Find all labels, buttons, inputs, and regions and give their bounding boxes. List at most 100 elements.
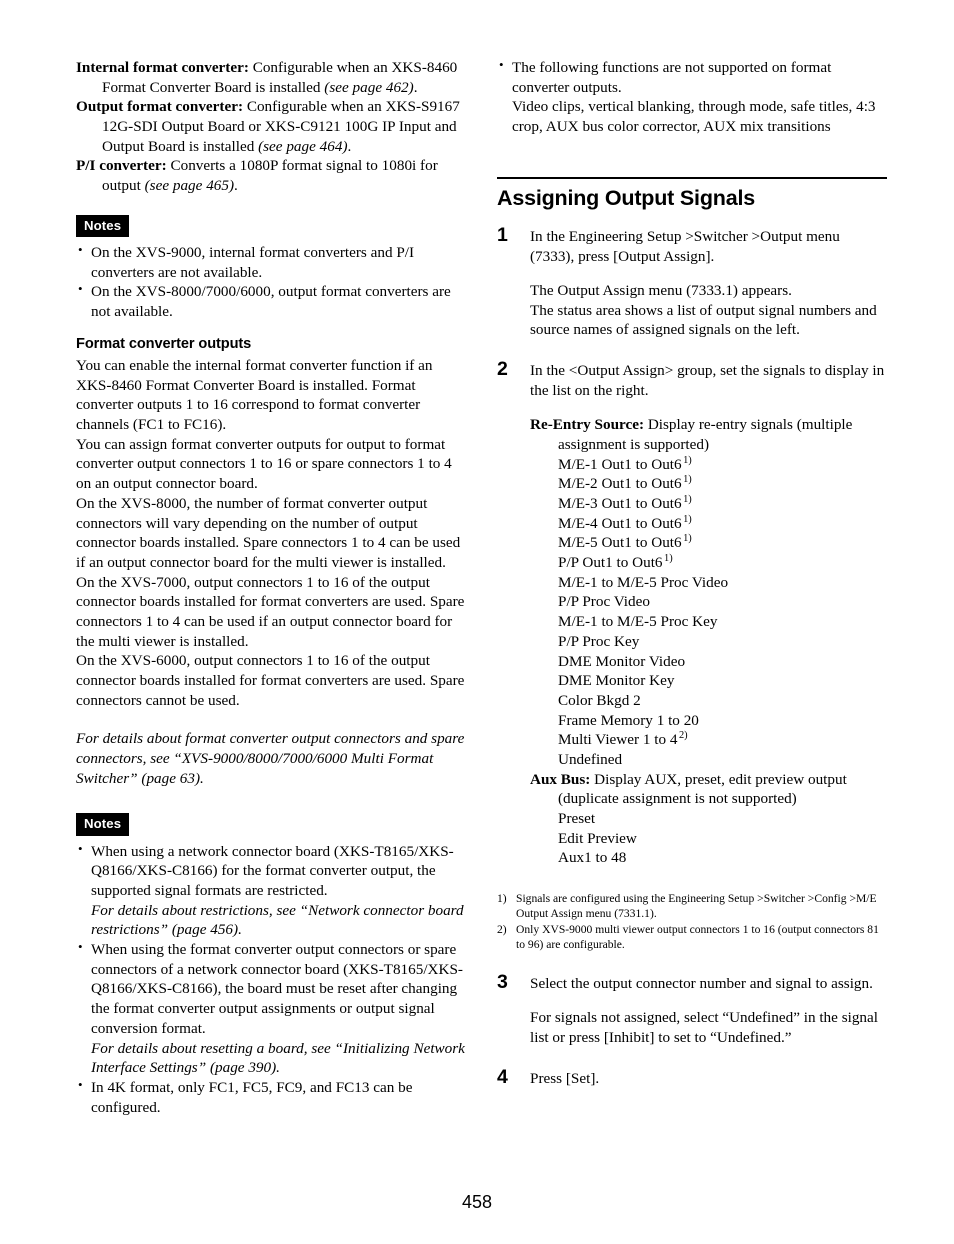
notes-badge-1: Notes [76,214,130,238]
footnote-marker: 1) [497,892,507,906]
option-label: Aux1 to 48 [558,849,627,867]
option-label: M/E-4 Out1 to Out6 [558,514,682,532]
step-number: 3 [497,971,508,994]
list-item-detail: Video clips, vertical blanking, through … [512,98,876,136]
option-label: DME Monitor Video [558,652,686,670]
option-item: M/E-1 Out1 to Out6 1) [530,455,887,475]
option-item: M/E-3 Out1 to Out6 1) [530,494,887,514]
footnote-text: Signals are configured using the Enginee… [516,892,877,921]
paragraph-5: On the XVS-6000, output connectors 1 to … [76,652,465,709]
step-3: 3 Select the output connector number and… [497,971,887,1047]
step-text: In the Engineering Setup >Switcher >Outp… [530,228,840,266]
list-item: On the XVS-8000/7000/6000, output format… [76,281,466,321]
aux-bus-term: Aux Bus: [530,770,591,788]
option-item: P/P Proc Key [530,632,887,652]
subheading-format-converter-outputs: Format converter outputs [76,335,252,352]
left-column: Internal format converter: Configurable … [76,58,466,1117]
option-item: DME Monitor Key [530,671,887,691]
option-item: M/E-1 to M/E-5 Proc Video [530,573,887,593]
option-item: DME Monitor Video [530,652,887,672]
reentry-source-term: Re-Entry Source: [530,416,645,434]
step-number: 1 [497,224,508,247]
option-label: P/P Proc Video [558,593,650,611]
option-label: Preset [558,810,596,828]
step-text: Select the output connector number and s… [530,975,873,993]
list-item: When using a network connector board (XK… [76,841,466,940]
step-1: 1 In the Engineering Setup >Switcher >Ou… [497,224,887,339]
option-item: Preset [530,809,887,829]
list-item: The following functions are not supporte… [497,57,887,137]
footnote-marker: 1) [664,553,673,565]
step-number: 4 [497,1066,508,1089]
option-label: M/E-1 to M/E-5 Proc Key [558,613,718,631]
option-item: Frame Memory 1 to 20 [530,711,887,731]
option-item: Multi Viewer 1 to 4 2) [530,730,887,750]
definition-internal-format-converter: Internal format converter: Configurable … [76,58,466,97]
definition-pi-converter: P/I converter: Converts a 1080P format s… [76,156,466,195]
option-label: Undefined [558,750,623,768]
paragraph-3: On the XVS-8000, the number of format co… [76,494,461,571]
option-item: M/E-4 Out1 to Out6 1) [530,514,887,534]
footnote-marker: 2) [497,922,507,936]
list-item-reference: For details about restrictions, see “Net… [91,901,464,939]
definition-term: Output format converter: [76,98,244,116]
footnotes: 1) Signals are configured using the Engin… [497,891,887,952]
definition-reference: (see page 465) [144,177,235,195]
notes-badge-2: Notes [76,813,130,836]
definition-tail: . [347,137,352,155]
footnote-marker: 1) [683,493,692,505]
list-item: On the XVS-9000, internal format convert… [76,242,466,282]
footnote-marker: 1) [683,454,692,466]
option-label: Frame Memory 1 to 20 [558,711,699,729]
option-label: M/E-1 to M/E-5 Proc Video [558,573,729,591]
definition-term: P/I converter: [76,157,167,175]
reentry-source-group: Re-Entry Source: Display re-entry signal… [530,415,887,769]
option-label: P/P Out1 to Out6 [558,554,663,572]
definition-output-format-converter: Output format converter: Configurable wh… [76,97,466,156]
unsupported-functions-list: The following functions are not supporte… [497,57,887,137]
reentry-source-term-line: Re-Entry Source: Display re-entry signal… [530,415,887,454]
step-number: 2 [497,357,508,380]
definition-reference: (see page 464) [258,137,348,155]
paragraph-2: You can assign format converter outputs … [76,435,452,493]
step-detail-line-1: The Output Assign menu (7333.1) appears. [530,281,792,299]
list-item: When using the format converter output c… [76,939,466,1078]
step-detail-line-2: The status area shows a list of output s… [530,301,877,339]
footnote-marker: 1) [683,533,692,545]
footnote-marker: 1) [683,513,692,525]
option-label: Color Bkgd 2 [558,691,641,709]
definition-term: Internal format converter: [76,59,249,76]
option-item: P/P Out1 to Out6 1) [530,553,887,573]
list-item-reference: For details about resetting a board, see… [91,1039,465,1077]
reference-note-multi-format-switcher: For details about format converter outpu… [76,730,465,787]
definition-reference: (see page 462) [324,78,414,96]
step-4: 4 Press [Set]. [497,1066,887,1089]
option-item: M/E-2 Out1 to Out6 1) [530,474,887,494]
option-item: Edit Preview [530,829,887,849]
step-2: 2 In the <Output Assign> group, set the … [497,357,887,868]
page-number: 458 [461,1192,493,1212]
notes-list-2: When using a network connector board (XK… [76,841,466,1118]
list-item-text: The following functions are not supporte… [512,59,832,96]
footnote-marker: 2) [678,730,688,742]
list-item-text: In 4K format, only FC1, FC5, FC9, and FC… [91,1078,413,1116]
right-column: The following functions are not supporte… [497,57,887,1089]
option-label: M/E-2 Out1 to Out6 [558,475,682,493]
definition-tail: . [234,177,238,195]
footnote-2: 2) Only XVS-9000 multi viewer output conn… [497,922,887,953]
option-label: Multi Viewer 1 to 4 [558,731,678,749]
option-item: Undefined [530,750,887,770]
definition-tail: . [413,78,418,96]
option-label: M/E-3 Out1 to Out6 [558,495,682,513]
footnote-1: 1) Signals are configured using the Engin… [497,891,887,922]
list-item-text: When using a network connector board (XK… [91,842,454,900]
option-label: DME Monitor Key [558,672,675,690]
section-heading-assigning-output-signals: Assigning Output Signals [497,185,755,210]
paragraph-4: On the XVS-7000, output connectors 1 to … [76,573,465,650]
notes-list-1: On the XVS-9000, internal format convert… [76,242,466,322]
aux-bus-group: Aux Bus: Display AUX, preset, edit previ… [530,770,887,868]
document-page: Internal format converter: Configurable … [0,0,954,1244]
option-label: Edit Preview [558,829,637,847]
paragraph-1: You can enable the internal format conve… [76,357,433,434]
section-divider [497,176,887,179]
